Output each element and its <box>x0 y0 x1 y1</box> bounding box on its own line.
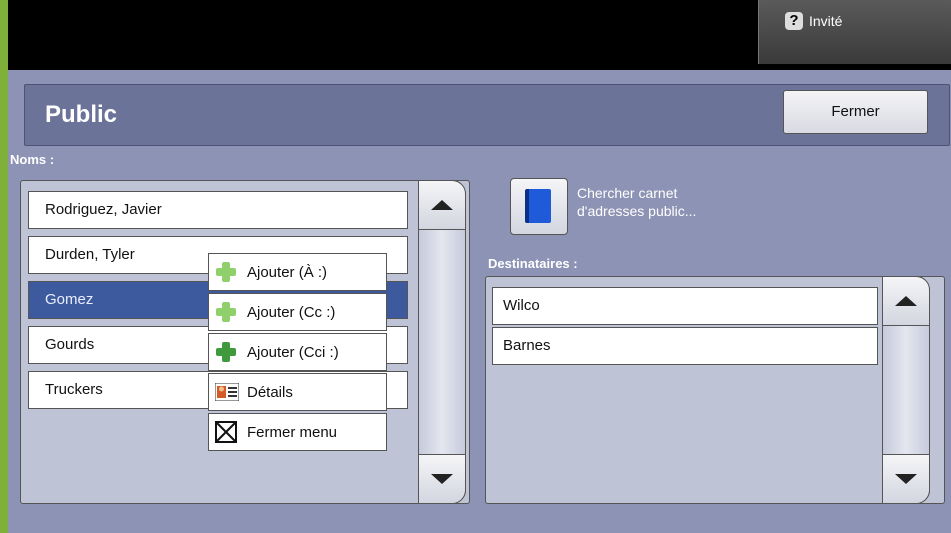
address-book-icon <box>525 189 551 223</box>
arrow-down-icon <box>895 474 917 484</box>
question-mark-icon: ? <box>785 12 803 30</box>
search-address-book-button[interactable] <box>510 178 568 235</box>
main-area: Public Fermer Noms : Rodriguez, Javier D… <box>8 70 951 533</box>
menu-item-label: Ajouter (À :) <box>247 263 328 281</box>
recipients-label: Destinataires : <box>488 256 578 271</box>
arrow-up-icon <box>895 296 917 306</box>
arrow-up-icon <box>431 200 453 210</box>
arrow-down-icon <box>431 474 453 484</box>
search-label: Chercher carnet d'adresses public... <box>577 185 697 219</box>
add-cc-icon <box>215 301 237 323</box>
menu-item-label: Ajouter (Cci :) <box>247 343 339 361</box>
menu-add-bcc[interactable]: Ajouter (Cci :) <box>208 333 387 371</box>
add-to-icon <box>215 261 237 283</box>
menu-item-label: Ajouter (Cc :) <box>247 303 336 321</box>
names-scroll-down-button[interactable] <box>418 454 466 504</box>
page-title: Public <box>45 101 118 128</box>
details-card-icon <box>215 381 239 403</box>
menu-item-label: Fermer menu <box>247 423 338 441</box>
recipient-item[interactable]: Wilco <box>492 287 878 325</box>
user-button[interactable]: ? Invité <box>758 0 951 64</box>
recipients-scroll-down-button[interactable] <box>882 454 930 504</box>
menu-close[interactable]: Fermer menu <box>208 413 387 451</box>
menu-add-cc[interactable]: Ajouter (Cc :) <box>208 293 387 331</box>
user-label: Invité <box>809 13 843 29</box>
names-label: Noms : <box>10 152 55 167</box>
list-item[interactable]: Rodriguez, Javier <box>28 191 408 229</box>
menu-add-to[interactable]: Ajouter (À :) <box>208 253 387 291</box>
close-button[interactable]: Fermer <box>783 90 928 134</box>
menu-details[interactable]: Détails <box>208 373 387 411</box>
close-box-icon <box>215 421 237 443</box>
menu-item-label: Détails <box>247 383 293 401</box>
recipient-item[interactable]: Barnes <box>492 327 878 365</box>
left-accent-bar <box>0 0 8 533</box>
screen: ? Invité Public Fermer Noms : Rodriguez,… <box>0 0 951 533</box>
names-scroll-up-button[interactable] <box>418 180 466 230</box>
context-menu: Ajouter (À :) Ajouter (Cc :) Ajouter (Cc… <box>208 253 387 453</box>
header-bar: Public Fermer <box>24 84 950 146</box>
recipients-list-panel: Wilco Barnes <box>485 276 945 504</box>
recipients-scroll-up-button[interactable] <box>882 276 930 326</box>
add-bcc-icon <box>215 341 237 363</box>
